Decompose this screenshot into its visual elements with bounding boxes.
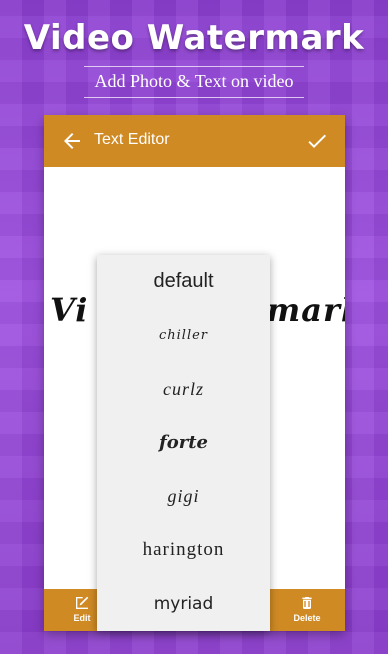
font-option-harington[interactable]: harington xyxy=(97,523,270,577)
font-option-forte[interactable]: forte xyxy=(97,416,270,470)
delete-button[interactable]: Delete xyxy=(277,593,337,623)
subtitle-bottom-rule xyxy=(84,97,304,98)
font-option-default[interactable]: default xyxy=(97,255,270,309)
arrow-left-icon[interactable] xyxy=(60,129,84,153)
font-option-chiller[interactable]: chiller xyxy=(97,309,270,363)
promo-subtitle: Add Photo & Text on video xyxy=(94,71,294,91)
toolbar-title: Text Editor xyxy=(94,131,170,148)
preview-text-left: Vi xyxy=(50,291,89,329)
check-icon[interactable] xyxy=(305,129,329,153)
font-option-curlz[interactable]: curlz xyxy=(97,362,270,416)
font-option-gigi[interactable]: gigi xyxy=(97,470,270,524)
font-option-myriad[interactable]: myriad xyxy=(97,577,270,631)
trash-icon xyxy=(302,597,312,609)
edit-label: Edit xyxy=(73,613,91,623)
preview-text-right: mark xyxy=(266,291,345,329)
app-toolbar: Text Editor xyxy=(44,115,345,167)
font-dropdown-menu: default chiller curlz forte gigi haringt… xyxy=(97,255,270,631)
delete-label: Delete xyxy=(293,613,321,623)
edit-icon xyxy=(76,596,89,609)
promo-title: Video Watermark xyxy=(23,18,365,58)
promo-subtitle-block: Add Photo & Text on video xyxy=(84,66,304,98)
